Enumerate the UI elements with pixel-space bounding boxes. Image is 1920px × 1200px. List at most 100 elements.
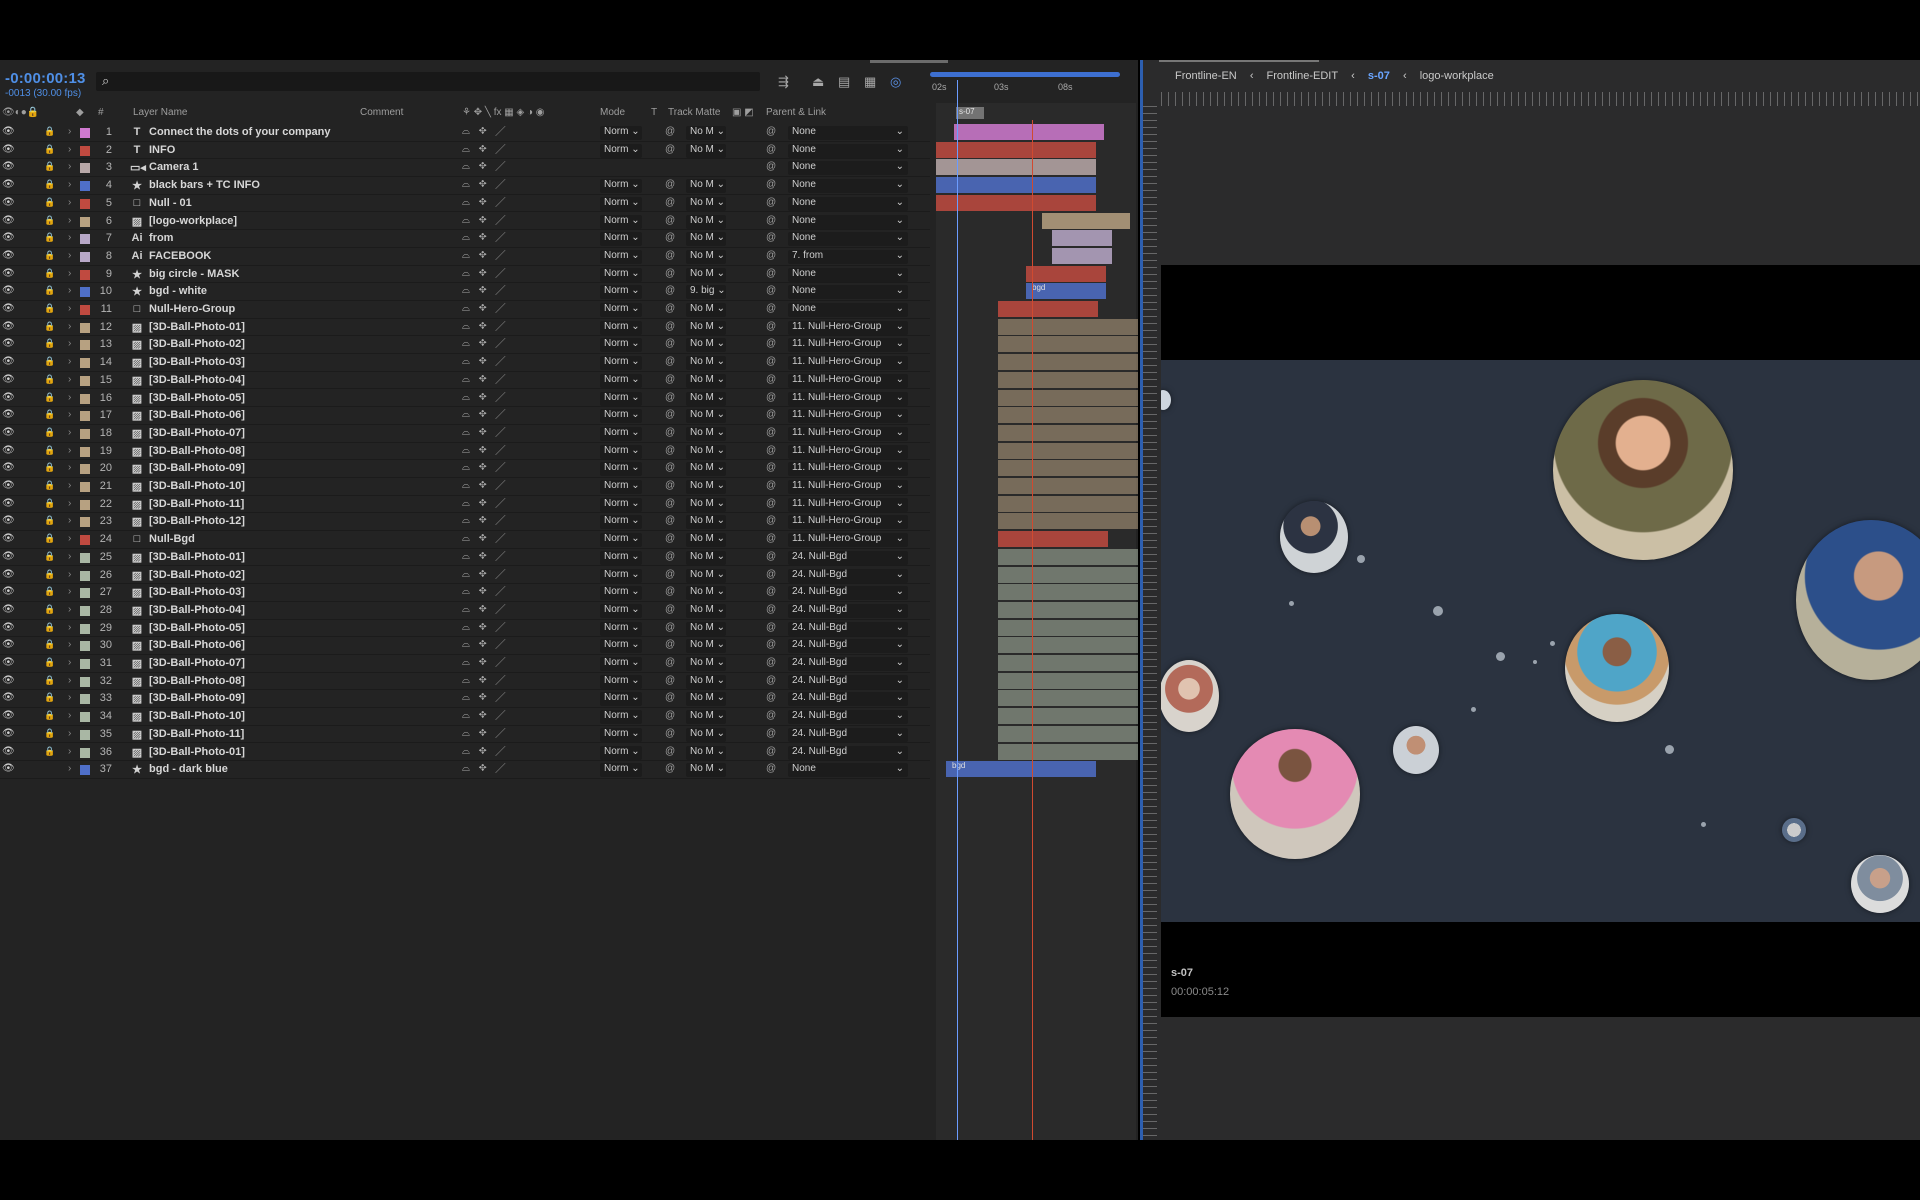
photo-ball-edge-right[interactable]: [1851, 855, 1909, 913]
parent-link-dropdown[interactable]: 24. Null-Bgd ⌄: [788, 692, 908, 707]
blend-mode-dropdown[interactable]: Norm ⌄: [600, 303, 642, 317]
twirl-arrow-icon[interactable]: ›: [68, 710, 71, 721]
layer-switches[interactable]: ⌓ ✥ ╱: [462, 268, 508, 279]
layer-duration-bar[interactable]: [936, 159, 1096, 176]
layer-duration-bar[interactable]: [1042, 212, 1130, 229]
parent-pickwhip-icon[interactable]: @: [766, 392, 776, 403]
label-color-swatch[interactable]: [80, 145, 90, 156]
lock-icon[interactable]: 🔒: [44, 569, 55, 580]
layer-duration-bar[interactable]: [954, 124, 1104, 140]
parent-link-dropdown[interactable]: 24. Null-Bgd ⌄: [788, 586, 908, 601]
blend-mode-dropdown[interactable]: Norm ⌄: [600, 621, 642, 636]
blend-mode-dropdown[interactable]: Norm ⌄: [600, 533, 642, 548]
layer-name[interactable]: [3D-Ball-Photo-10]: [149, 710, 245, 722]
matte-pickwhip-icon[interactable]: @: [665, 197, 675, 208]
parent-link-dropdown[interactable]: 24. Null-Bgd ⌄: [788, 639, 908, 654]
layer-row[interactable]: 👁 🔒 › 31 ▨ [3D-Ball-Photo-07] ⌓ ✥ ╱ Norm ⌄ @ No M…: [0, 655, 930, 673]
blend-mode-dropdown[interactable]: Norm ⌄: [600, 586, 642, 601]
label-color-swatch[interactable]: [80, 765, 90, 776]
layer-switches[interactable]: ⌓ ✥ ╱: [462, 285, 508, 296]
parent-link-dropdown[interactable]: 11. Null-Hero-Group ⌄: [788, 462, 908, 477]
matte-pickwhip-icon[interactable]: @: [665, 356, 675, 367]
parent-link-dropdown[interactable]: 11. Null-Hero-Group ⌄: [788, 391, 908, 406]
parent-link-dropdown[interactable]: 24. Null-Bgd ⌄: [788, 727, 908, 742]
layer-row[interactable]: 👁 🔒 › 26 ▨ [3D-Ball-Photo-02] ⌓ ✥ ╱ Norm ⌄ @ No M…: [0, 567, 930, 585]
layer-name[interactable]: [3D-Ball-Photo-03]: [149, 586, 245, 598]
twirl-arrow-icon[interactable]: ›: [68, 197, 71, 208]
parent-link-dropdown[interactable]: None ⌄: [788, 161, 908, 176]
matte-pickwhip-icon[interactable]: @: [665, 551, 675, 562]
lock-icon[interactable]: 🔒: [44, 657, 55, 668]
label-color-swatch[interactable]: [80, 411, 90, 422]
layer-duration-bar[interactable]: [998, 619, 1138, 636]
matte-pickwhip-icon[interactable]: @: [665, 232, 675, 243]
visibility-eye-icon[interactable]: 👁: [2, 356, 15, 367]
layer-duration-bar[interactable]: [998, 655, 1138, 671]
parent-pickwhip-icon[interactable]: @: [766, 515, 776, 526]
visibility-eye-icon[interactable]: 👁: [2, 161, 15, 172]
track-matte-dropdown[interactable]: No M ⌄: [686, 727, 726, 742]
layer-name[interactable]: [3D-Ball-Photo-06]: [149, 409, 245, 421]
blend-mode-dropdown[interactable]: Norm ⌄: [600, 249, 642, 264]
lock-icon[interactable]: 🔒: [44, 551, 55, 562]
parent-pickwhip-icon[interactable]: @: [766, 268, 776, 279]
blend-mode-dropdown[interactable]: Norm ⌄: [600, 356, 642, 371]
matte-pickwhip-icon[interactable]: @: [665, 480, 675, 491]
label-color-swatch[interactable]: [80, 340, 90, 351]
twirl-arrow-icon[interactable]: ›: [68, 409, 71, 420]
visibility-eye-icon[interactable]: 👁: [2, 569, 15, 580]
layer-bars-area[interactable]: s-07 bgd bgd: [936, 103, 1138, 1140]
layer-name[interactable]: [3D-Ball-Photo-11]: [149, 728, 244, 740]
label-color-swatch[interactable]: [80, 464, 90, 475]
lock-icon[interactable]: 🔒: [44, 427, 55, 438]
visibility-eye-icon[interactable]: 👁: [2, 551, 15, 562]
track-matte-dropdown[interactable]: No M ⌄: [686, 143, 726, 158]
blend-mode-dropdown[interactable]: Norm ⌄: [600, 391, 642, 406]
blend-mode-dropdown[interactable]: Norm ⌄: [600, 373, 642, 388]
twirl-arrow-icon[interactable]: ›: [68, 427, 71, 438]
layer-row[interactable]: 👁 🔒 › 16 ▨ [3D-Ball-Photo-05] ⌓ ✥ ╱ Norm ⌄ @ No M…: [0, 390, 930, 408]
layer-duration-bar[interactable]: [998, 513, 1138, 530]
parent-pickwhip-icon[interactable]: @: [766, 179, 776, 190]
blend-mode-dropdown[interactable]: Norm ⌄: [600, 462, 642, 477]
layer-row[interactable]: 👁 🔒 › 29 ▨ [3D-Ball-Photo-05] ⌓ ✥ ╱ Norm ⌄ @ No M…: [0, 620, 930, 638]
label-color-swatch[interactable]: [80, 375, 90, 386]
layer-row[interactable]: 👁 🔒 › 21 ▨ [3D-Ball-Photo-10] ⌓ ✥ ╱ Norm ⌄ @ No M…: [0, 478, 930, 496]
lock-icon[interactable]: 🔒: [44, 197, 55, 208]
track-matte-dropdown[interactable]: No M ⌄: [686, 267, 726, 282]
layer-row[interactable]: 👁 🔒 › 4 ★ black bars + TC INFO ⌓ ✥ ╱ Norm ⌄ @ No …: [0, 177, 930, 195]
label-color-swatch[interactable]: [80, 234, 90, 245]
layer-duration-bar[interactable]: [998, 672, 1138, 689]
blend-mode-dropdown[interactable]: Norm ⌄: [600, 480, 642, 494]
layer-row[interactable]: 👁 🔒 › 25 ▨ [3D-Ball-Photo-01] ⌓ ✥ ╱ Norm ⌄ @ No M…: [0, 549, 930, 567]
parent-pickwhip-icon[interactable]: @: [766, 657, 776, 668]
layer-switches[interactable]: ⌓ ✥ ╱: [462, 126, 508, 137]
current-timecode[interactable]: -0:00:00:13: [5, 70, 86, 87]
matte-pickwhip-icon[interactable]: @: [665, 622, 675, 633]
track-matte-dropdown[interactable]: No M ⌄: [686, 409, 726, 424]
twirl-arrow-icon[interactable]: ›: [68, 445, 71, 456]
twirl-arrow-icon[interactable]: ›: [68, 144, 71, 155]
visibility-eye-icon[interactable]: 👁: [2, 746, 15, 757]
layer-switches[interactable]: ⌓ ✥ ╱: [462, 392, 508, 403]
layer-name[interactable]: from: [149, 232, 173, 244]
photo-ball-man-pink-shirt[interactable]: [1230, 729, 1360, 859]
parent-link-dropdown[interactable]: None ⌄: [788, 126, 908, 140]
parent-pickwhip-icon[interactable]: @: [766, 551, 776, 562]
blend-mode-dropdown[interactable]: Norm ⌄: [600, 426, 642, 441]
layer-switches[interactable]: ⌓ ✥ ╱: [462, 321, 508, 332]
breadcrumb-frontline-edit[interactable]: Frontline-EDIT: [1267, 70, 1339, 82]
matte-pickwhip-icon[interactable]: @: [665, 215, 675, 226]
lock-icon[interactable]: 🔒: [44, 746, 55, 757]
layer-duration-bar[interactable]: [998, 601, 1138, 618]
twirl-arrow-icon[interactable]: ›: [68, 285, 71, 296]
layer-row[interactable]: 👁 🔒 › 23 ▨ [3D-Ball-Photo-12] ⌓ ✥ ╱ Norm ⌄ @ No M…: [0, 513, 930, 532]
layer-row[interactable]: 👁 🔒 › 3 ▭◂ Camera 1 ⌓ ✥ ╱ @ None ⌄: [0, 159, 930, 178]
parent-pickwhip-icon[interactable]: @: [766, 710, 776, 721]
matte-pickwhip-icon[interactable]: @: [665, 126, 675, 137]
layer-duration-bar[interactable]: [998, 637, 1138, 654]
label-color-swatch[interactable]: [80, 712, 90, 723]
layer-row[interactable]: 👁 🔒 › 17 ▨ [3D-Ball-Photo-06] ⌓ ✥ ╱ Norm ⌄ @ No M…: [0, 407, 930, 425]
twirl-arrow-icon[interactable]: ›: [68, 692, 71, 703]
lock-icon[interactable]: 🔒: [44, 622, 55, 633]
